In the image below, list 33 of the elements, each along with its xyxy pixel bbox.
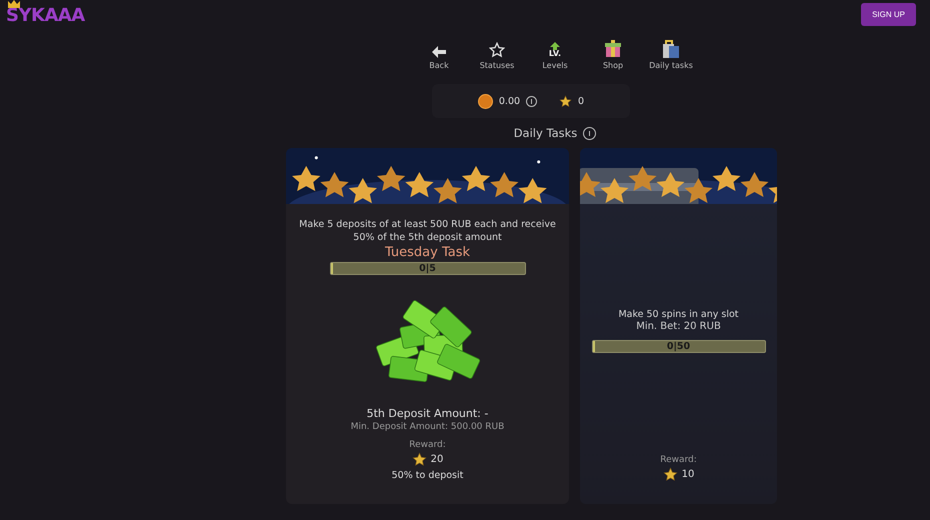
- star-icon: [412, 452, 427, 467]
- progress-count: 0|5: [419, 262, 436, 275]
- section-title: Daily Tasks: [514, 126, 578, 140]
- coin-icon: [478, 94, 493, 108]
- gift-icon: [605, 40, 621, 58]
- task-day-title: Tuesday Task: [384, 245, 470, 260]
- info-icon[interactable]: [583, 126, 596, 140]
- reward-label: Reward:: [660, 455, 697, 465]
- star-balance: 0: [578, 96, 584, 106]
- nav-item[interactable]: Statuses: [475, 40, 519, 70]
- star-outline-icon: [489, 42, 505, 58]
- nav-item[interactable]: Shop: [591, 40, 635, 70]
- deposit-amount: 5th Deposit Amount: -: [366, 407, 488, 420]
- reward-note: 50% to deposit: [392, 470, 464, 481]
- task-description: Make 5 deposits of at least 500 RUB each and receive 50% of the 5th deposit amount: [298, 218, 557, 244]
- task-description: Make 50 spins in any slot: [618, 308, 739, 321]
- shopping-bag-icon: [663, 40, 679, 58]
- star-icon: [662, 467, 678, 482]
- nav-item[interactable]: Daily tasks: [649, 40, 693, 70]
- reward-label: Reward:: [409, 440, 446, 450]
- crown-icon: [8, 0, 20, 8]
- progress-count: 0|50: [666, 340, 690, 353]
- info-icon[interactable]: [526, 96, 538, 106]
- coin-balance: 0.00: [498, 96, 520, 106]
- back-arrow-icon: [432, 46, 446, 58]
- reward-points: 10: [682, 469, 694, 480]
- star-icon: [559, 94, 572, 108]
- min-bet: Min. Bet: 20 RUB: [636, 321, 721, 332]
- reward-points: 20: [430, 454, 444, 465]
- nav-item[interactable]: Back: [417, 40, 461, 70]
- min-deposit: Min. Deposit Amount: 500.00 RUB: [350, 422, 504, 432]
- sign-up-button[interactable]: SIGN UP: [861, 3, 916, 26]
- nav-item[interactable]: LV. Levels: [533, 40, 577, 70]
